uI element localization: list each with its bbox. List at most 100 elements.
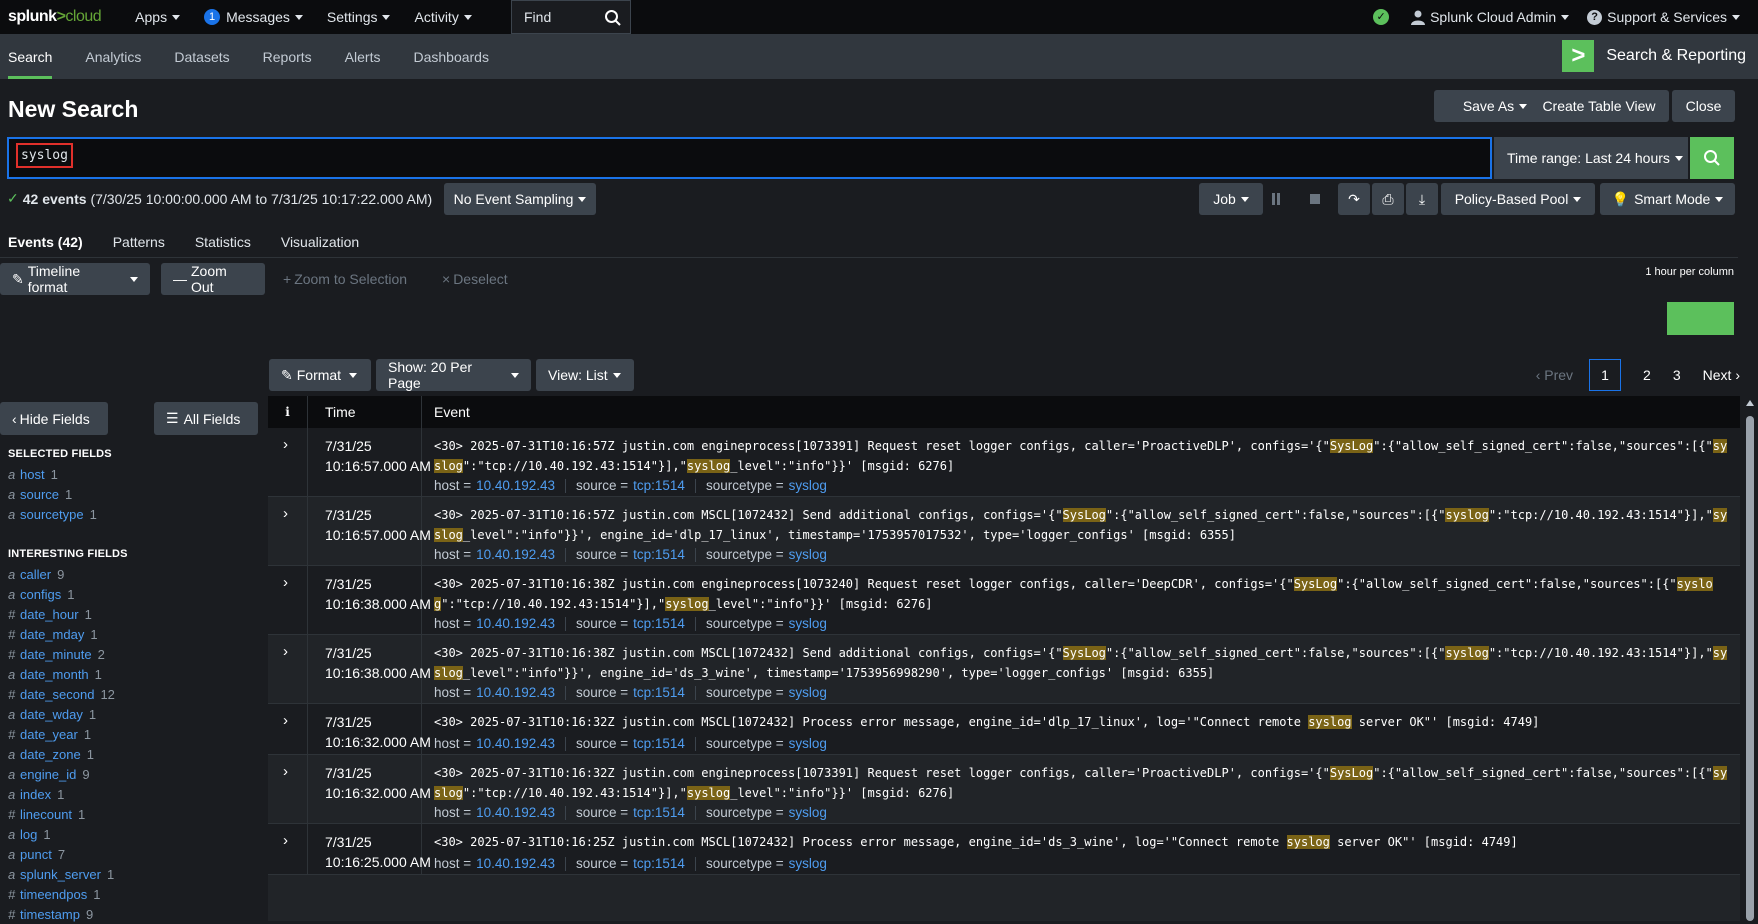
job-dropdown[interactable]: Job bbox=[1199, 183, 1263, 215]
field-name[interactable]: date_mday bbox=[20, 627, 84, 642]
field-item[interactable]: # linecount 1 bbox=[8, 804, 115, 824]
sourcetype-meta-value[interactable]: syslog bbox=[789, 805, 827, 820]
share-button[interactable]: ↷ bbox=[1338, 183, 1370, 215]
app-name[interactable]: > Search & Reporting bbox=[1562, 40, 1746, 72]
event-time[interactable]: 7/31/25 10:16:38.000 AM bbox=[325, 574, 431, 614]
expand-event-button[interactable]: › bbox=[268, 635, 308, 703]
event-raw-text[interactable]: <30> 2025-07-31T10:16:32Z justin.com MSC… bbox=[434, 712, 1734, 732]
find-input[interactable]: Find bbox=[511, 0, 631, 34]
field-name[interactable]: host bbox=[20, 467, 45, 482]
timeline-bar[interactable] bbox=[1667, 302, 1734, 335]
source-meta-value[interactable]: tcp:1514 bbox=[633, 736, 685, 751]
field-item[interactable]: # date_year 1 bbox=[8, 724, 115, 744]
field-name[interactable]: date_hour bbox=[20, 607, 79, 622]
event-time[interactable]: 7/31/25 10:16:38.000 AM bbox=[325, 643, 431, 683]
source-meta-value[interactable]: tcp:1514 bbox=[633, 547, 685, 562]
event-raw-text[interactable]: <30> 2025-07-31T10:16:38Z justin.com eng… bbox=[434, 574, 1734, 614]
expand-event-button[interactable]: › bbox=[268, 497, 308, 565]
field-item[interactable]: a sourcetype 1 bbox=[8, 504, 97, 524]
host-meta-value[interactable]: 10.40.192.43 bbox=[476, 478, 555, 493]
event-raw-text[interactable]: <30> 2025-07-31T10:16:32Z justin.com eng… bbox=[434, 763, 1734, 803]
event-raw-text[interactable]: <30> 2025-07-31T10:16:38Z justin.com MSC… bbox=[434, 643, 1734, 683]
sourcetype-meta-value[interactable]: syslog bbox=[789, 856, 827, 871]
field-item[interactable]: a engine_id 9 bbox=[8, 764, 115, 784]
source-meta-value[interactable]: tcp:1514 bbox=[633, 616, 685, 631]
field-item[interactable]: a caller 9 bbox=[8, 564, 115, 584]
host-meta-value[interactable]: 10.40.192.43 bbox=[476, 616, 555, 631]
field-item[interactable]: # timestamp 9 bbox=[8, 904, 115, 924]
field-name[interactable]: date_minute bbox=[20, 647, 92, 662]
pool-dropdown[interactable]: Policy-Based Pool bbox=[1441, 183, 1595, 215]
field-name[interactable]: date_second bbox=[20, 687, 94, 702]
tab-patterns[interactable]: Patterns bbox=[113, 226, 165, 258]
host-meta-value[interactable]: 10.40.192.43 bbox=[476, 856, 555, 871]
field-item[interactable]: a punct 7 bbox=[8, 844, 115, 864]
search-icon[interactable] bbox=[604, 9, 622, 27]
field-name[interactable]: punct bbox=[20, 847, 52, 862]
event-raw-text[interactable]: <30> 2025-07-31T10:16:25Z justin.com MSC… bbox=[434, 832, 1734, 852]
messages-menu[interactable]: 1 Messages bbox=[204, 9, 303, 25]
event-time[interactable]: 7/31/25 10:16:32.000 AM bbox=[325, 712, 431, 752]
tab-alerts[interactable]: Alerts bbox=[345, 34, 381, 79]
view-dropdown[interactable]: View: List bbox=[536, 359, 634, 391]
zoom-out-button[interactable]: — Zoom Out bbox=[161, 263, 265, 295]
health-ok-icon[interactable]: ✓ bbox=[1373, 9, 1390, 25]
field-name[interactable]: splunk_server bbox=[20, 867, 101, 882]
sourcetype-meta-value[interactable]: syslog bbox=[789, 478, 827, 493]
field-item[interactable]: # date_hour 1 bbox=[8, 604, 115, 624]
event-raw-text[interactable]: <30> 2025-07-31T10:16:57Z justin.com eng… bbox=[434, 436, 1734, 476]
page-1-button[interactable]: 1 bbox=[1589, 359, 1622, 391]
search-mode-dropdown[interactable]: 💡 Smart Mode bbox=[1600, 183, 1735, 215]
event-time[interactable]: 7/31/25 10:16:32.000 AM bbox=[325, 763, 431, 803]
expand-event-button[interactable]: › bbox=[268, 824, 308, 874]
expand-event-button[interactable]: › bbox=[268, 704, 308, 754]
field-item[interactable]: # date_second 12 bbox=[8, 684, 115, 704]
expand-event-button[interactable]: › bbox=[268, 755, 308, 823]
activity-menu[interactable]: Activity bbox=[414, 9, 472, 25]
field-item[interactable]: a date_zone 1 bbox=[8, 744, 115, 764]
event-raw-text[interactable]: <30> 2025-07-31T10:16:57Z justin.com MSC… bbox=[434, 505, 1734, 545]
field-item[interactable]: a log 1 bbox=[8, 824, 115, 844]
deselect-button[interactable]: × Deselect bbox=[442, 263, 508, 295]
field-name[interactable]: date_wday bbox=[20, 707, 83, 722]
field-name[interactable]: date_month bbox=[20, 667, 89, 682]
field-item[interactable]: a date_month 1 bbox=[8, 664, 115, 684]
page-3-button[interactable]: 3 bbox=[1673, 367, 1681, 383]
expand-event-button[interactable]: › bbox=[268, 566, 308, 634]
host-meta-value[interactable]: 10.40.192.43 bbox=[476, 736, 555, 751]
field-item[interactable]: a host 1 bbox=[8, 464, 97, 484]
pause-icon[interactable] bbox=[1272, 193, 1280, 205]
source-meta-value[interactable]: tcp:1514 bbox=[633, 478, 685, 493]
field-name[interactable]: caller bbox=[20, 567, 51, 582]
hide-fields-button[interactable]: ‹ Hide Fields bbox=[0, 402, 108, 435]
scrollbar-thumb[interactable] bbox=[1746, 416, 1754, 921]
tab-dashboards[interactable]: Dashboards bbox=[413, 34, 489, 79]
stop-icon[interactable] bbox=[1310, 194, 1320, 204]
create-table-view-button[interactable]: Create Table View bbox=[1529, 90, 1669, 122]
page-2-button[interactable]: 2 bbox=[1643, 367, 1651, 383]
tab-search[interactable]: Search bbox=[8, 34, 53, 79]
print-button[interactable]: ⎙ bbox=[1372, 183, 1404, 215]
field-item[interactable]: # date_minute 2 bbox=[8, 644, 115, 664]
host-meta-value[interactable]: 10.40.192.43 bbox=[476, 805, 555, 820]
expand-event-button[interactable]: › bbox=[268, 428, 308, 496]
timeline-format-button[interactable]: ✎ Timeline format bbox=[0, 263, 150, 295]
field-name[interactable]: log bbox=[20, 827, 37, 842]
close-button[interactable]: Close bbox=[1672, 90, 1735, 122]
sourcetype-meta-value[interactable]: syslog bbox=[789, 685, 827, 700]
tab-analytics[interactable]: Analytics bbox=[85, 34, 141, 79]
tab-reports[interactable]: Reports bbox=[263, 34, 312, 79]
field-item[interactable]: # date_mday 1 bbox=[8, 624, 115, 644]
field-name[interactable]: index bbox=[20, 787, 51, 802]
source-meta-value[interactable]: tcp:1514 bbox=[633, 805, 685, 820]
search-input[interactable]: syslog bbox=[7, 137, 1492, 179]
event-sampling-dropdown[interactable]: No Event Sampling bbox=[444, 183, 596, 215]
source-meta-value[interactable]: tcp:1514 bbox=[633, 856, 685, 871]
field-item[interactable]: a index 1 bbox=[8, 784, 115, 804]
events-scrollbar[interactable] bbox=[1742, 396, 1758, 921]
zoom-to-selection-button[interactable]: + Zoom to Selection bbox=[283, 263, 407, 295]
per-page-dropdown[interactable]: Show: 20 Per Page bbox=[376, 359, 531, 391]
source-meta-value[interactable]: tcp:1514 bbox=[633, 685, 685, 700]
tab-visualization[interactable]: Visualization bbox=[281, 226, 359, 258]
field-item[interactable]: a splunk_server 1 bbox=[8, 864, 115, 884]
